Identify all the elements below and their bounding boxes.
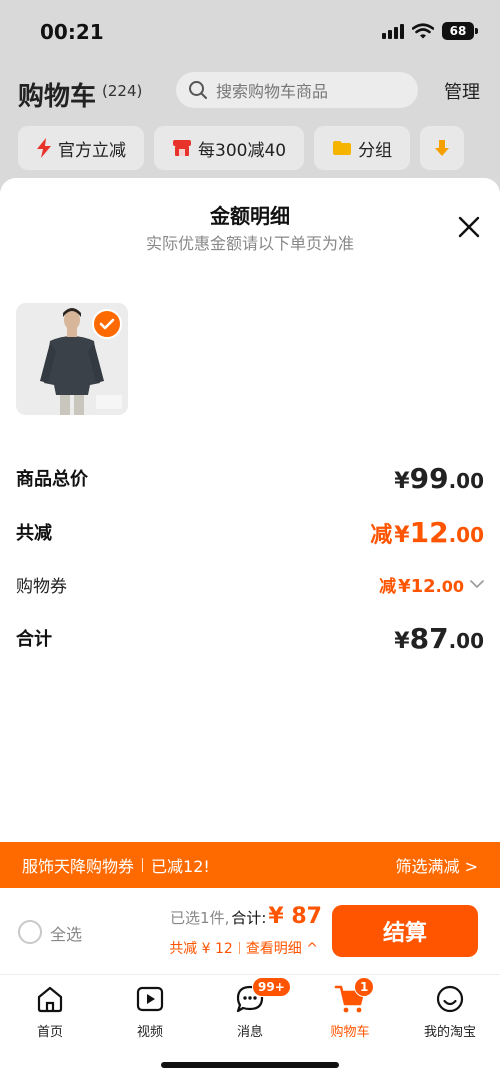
- search-placeholder: 搜索购物车商品: [216, 82, 329, 101]
- sheet-subtitle: 实际优惠金额请以下单页为准: [145, 234, 354, 253]
- total-price-label: 商品总价: [16, 469, 88, 490]
- tab-home[interactable]: 首页: [10, 983, 90, 1040]
- lightning-icon: [37, 138, 51, 158]
- currency-symbol: ¥: [394, 468, 410, 494]
- signal-icon: [382, 23, 404, 39]
- profile-icon: [434, 983, 466, 1015]
- currency-symbol: ¥: [394, 522, 410, 548]
- checkout-button[interactable]: 结算: [332, 905, 478, 957]
- row-total-discount: 共减 减 ¥ 12 .00: [16, 512, 484, 552]
- search-input[interactable]: 搜索购物车商品: [176, 72, 418, 108]
- row-total-price: 商品总价 ¥ 99 .00: [16, 458, 484, 498]
- chevron-down-icon[interactable]: [470, 579, 484, 589]
- selected-check-icon[interactable]: [92, 309, 122, 339]
- chip-label: 分组: [358, 140, 393, 161]
- coupon-value-group[interactable]: 减 ¥ 12 .00: [379, 572, 484, 597]
- select-all-label[interactable]: 全选: [50, 921, 82, 945]
- amount-decimal: .00: [448, 468, 484, 493]
- checkout-summary: 已选1件, 合计: ¥ 87: [170, 904, 322, 929]
- coupon-promo-banner[interactable]: 服饰天降购物券 已减12! 筛选满减 >: [0, 842, 500, 888]
- total-discount-label: 共减: [16, 523, 52, 544]
- store-icon: [173, 140, 191, 156]
- chip-label: 官方立减: [58, 140, 126, 161]
- message-icon: 99+: [234, 977, 291, 1015]
- discount-amount: 共减 ¥ 12: [169, 941, 233, 957]
- currency-symbol: ¥: [394, 628, 410, 654]
- promo-divider: [142, 858, 144, 872]
- tab-messages[interactable]: 99+ 消息: [210, 977, 291, 1040]
- select-all-radio[interactable]: [18, 920, 42, 944]
- total-discount-value: 减 ¥ 12 .00: [370, 516, 484, 549]
- tab-my-taobao[interactable]: 我的淘宝: [410, 983, 490, 1040]
- chip-label: 每300减40: [198, 140, 287, 161]
- chip-more[interactable]: [420, 126, 465, 170]
- cart-icon: 1: [334, 977, 375, 1015]
- tab-label: 我的淘宝: [423, 1025, 476, 1040]
- chip-group[interactable]: 分组: [314, 126, 411, 170]
- product-thumbnail[interactable]: [16, 303, 128, 415]
- amount-decimal: .00: [448, 628, 484, 653]
- tab-cart[interactable]: 1 购物车: [310, 977, 390, 1040]
- video-icon: [134, 983, 166, 1015]
- cart-count: (224): [102, 82, 143, 100]
- total-value: ¥ 87: [268, 904, 322, 929]
- discount-prefix: 减: [379, 576, 397, 597]
- discount-summary[interactable]: 共减 ¥ 12 查看明细 ^: [169, 938, 318, 958]
- filter-chips: 官方立减 每300减40 分组: [18, 126, 465, 170]
- folder-icon: [333, 141, 352, 155]
- message-badge: 99+: [252, 977, 291, 997]
- filter-full-discount-link[interactable]: 筛选满减 >: [396, 853, 479, 877]
- status-time: 00:21: [40, 20, 104, 44]
- promo-text: 服饰天降购物券 已减12!: [22, 853, 210, 877]
- tab-label: 消息: [236, 1025, 263, 1040]
- tab-label: 首页: [36, 1025, 63, 1040]
- battery-level: 68: [449, 24, 467, 38]
- coupon-label: 购物券: [16, 576, 67, 597]
- sum-label: 合计: [16, 629, 52, 650]
- arrow-down-icon: [435, 140, 450, 156]
- row-sum: 合计 ¥ 87 .00: [16, 618, 484, 658]
- status-bar: 00:21 68: [0, 0, 500, 62]
- amount-integer: 99: [409, 461, 449, 495]
- home-icon: [34, 983, 66, 1015]
- row-coupon[interactable]: 购物券 减 ¥ 12 .00: [16, 564, 484, 604]
- chip-official-discount[interactable]: 官方立减: [18, 126, 144, 170]
- search-icon: [189, 81, 207, 99]
- amount-integer: 12: [410, 575, 436, 597]
- promo-coupon-name: 服饰天降购物券: [22, 857, 135, 876]
- tab-video[interactable]: 视频: [110, 983, 190, 1040]
- amount-integer: 12: [409, 515, 449, 549]
- tab-label: 购物车: [330, 1025, 370, 1040]
- total-label: 合计:: [231, 909, 267, 927]
- divider: [238, 942, 240, 954]
- amount-decimal: .00: [448, 522, 484, 547]
- close-icon[interactable]: [456, 214, 482, 240]
- amount-decimal: .00: [435, 576, 464, 596]
- battery-icon: 68: [442, 22, 478, 40]
- cart-header: 购物车 (224) 搜索购物车商品 管理: [0, 62, 500, 118]
- total-price-value: ¥ 99 .00: [394, 462, 484, 495]
- status-indicators: 68: [382, 22, 478, 40]
- currency-symbol: ¥: [398, 575, 411, 597]
- cart-badge: 1: [354, 977, 375, 997]
- chip-per-300-off-40[interactable]: 每300减40: [154, 126, 305, 170]
- sheet-title: 金额明细: [210, 204, 290, 228]
- discount-prefix: 减: [370, 522, 393, 548]
- page-title: 购物车: [18, 82, 97, 112]
- home-indicator: [161, 1062, 339, 1068]
- promo-saved: 已减12!: [151, 857, 210, 876]
- manage-button[interactable]: 管理: [444, 78, 480, 104]
- checkout-bar: 全选 已选1件, 合计: ¥ 87 共减 ¥ 12 查看明细 ^ 结算: [0, 888, 500, 974]
- tab-label: 视频: [136, 1025, 163, 1040]
- amount-integer: 87: [409, 621, 449, 655]
- view-detail-link[interactable]: 查看明细 ^: [246, 938, 318, 958]
- selected-count: 已选1件,: [170, 909, 230, 927]
- wifi-icon: [412, 23, 434, 39]
- coupon-value: 减 ¥ 12 .00: [379, 572, 464, 597]
- sum-value: ¥ 87 .00: [394, 622, 484, 655]
